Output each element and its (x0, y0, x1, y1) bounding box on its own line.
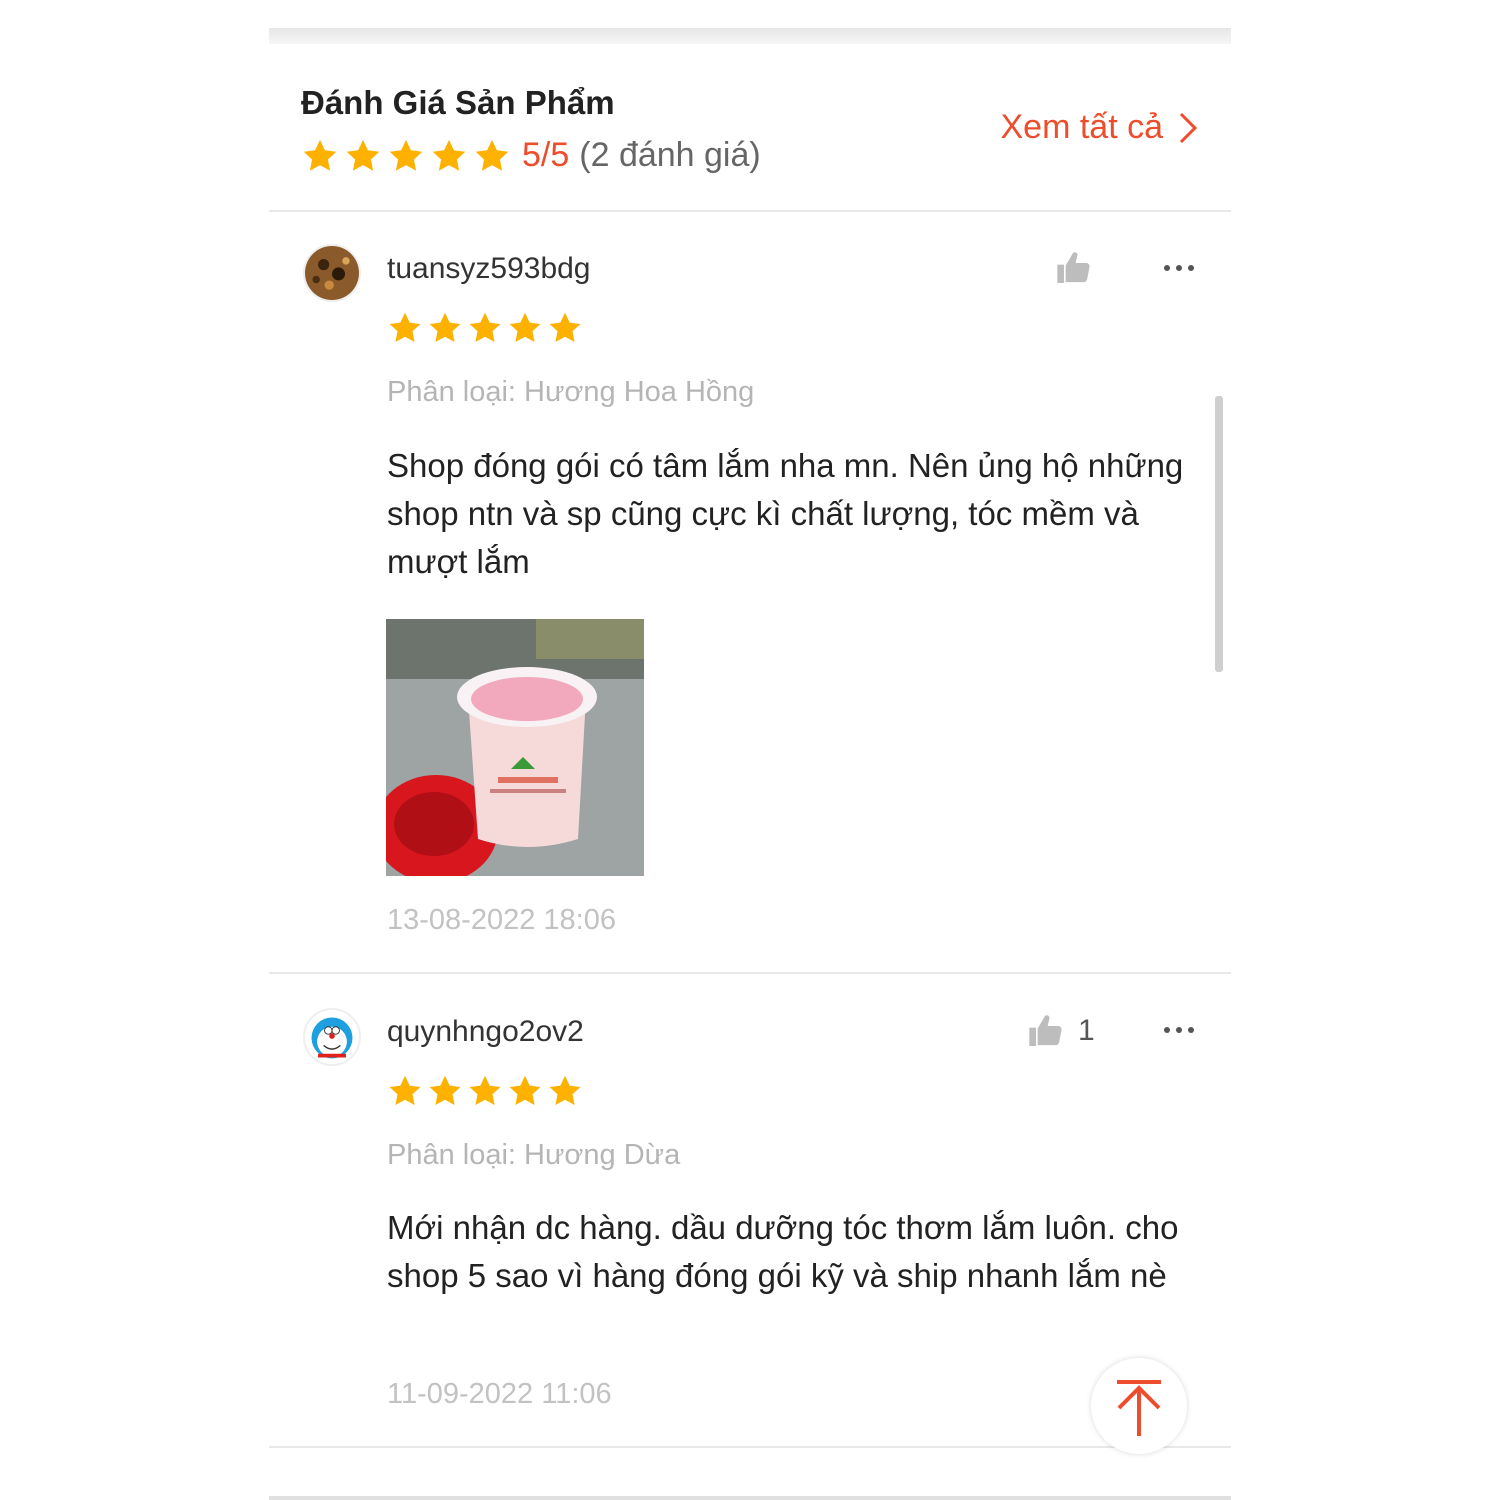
review-variant: Phân loại: Hương Hoa Hồng (387, 376, 755, 408)
review-stars (387, 310, 587, 346)
back-to-top-button[interactable] (1091, 1358, 1187, 1454)
chevron-right-icon (1175, 110, 1201, 146)
scrollbar[interactable] (1215, 396, 1223, 672)
star-icon (387, 310, 423, 346)
arrow-up-icon (1117, 1380, 1161, 1436)
star-icon (507, 310, 543, 346)
more-options-icon[interactable] (1162, 263, 1196, 273)
rating-count: (2 đánh giá) (579, 136, 761, 174)
divider (269, 210, 1231, 212)
rating-summary: 5/5 (2 đánh giá) (301, 136, 761, 175)
star-icon (344, 137, 382, 175)
see-all-link[interactable]: Xem tất cả (1000, 108, 1201, 147)
star-icon (547, 1073, 583, 1109)
review-comment: Mới nhận dc hàng. dầu dưỡng tóc thơm lắm… (387, 1209, 1179, 1294)
star-icon (473, 137, 511, 175)
section-separator (269, 28, 1231, 44)
review-date: 13-08-2022 18:06 (387, 904, 616, 936)
star-icon (430, 137, 468, 175)
user-avatar[interactable] (303, 244, 361, 302)
ratings-title: Đánh Giá Sản Phẩm (301, 84, 615, 121)
user-avatar[interactable] (303, 1008, 361, 1066)
bottom-border (269, 1496, 1231, 1500)
star-icon (467, 1073, 503, 1109)
review-username: tuansyz593bdg (387, 252, 591, 285)
product-ratings-panel: Đánh Giá Sản Phẩm 5/5 (2 đánh giá) Xem t… (269, 28, 1231, 1500)
review-date: 11-09-2022 11:06 (387, 1378, 612, 1410)
star-icon (301, 137, 339, 175)
thumbs-up-icon (1026, 1011, 1066, 1051)
like-button[interactable] (1054, 248, 1094, 288)
star-icon (387, 137, 425, 175)
star-icon (507, 1073, 543, 1109)
star-icon (547, 310, 583, 346)
review-comment: Shop đóng gói có tâm lắm nha mn. Nên ủng… (387, 447, 1184, 580)
more-options-icon[interactable] (1162, 1025, 1196, 1035)
star-icon (427, 1073, 463, 1109)
review-variant: Phân loại: Hương Dừa (387, 1139, 681, 1171)
divider (269, 1446, 1231, 1448)
star-icon (427, 310, 463, 346)
review-stars (387, 1073, 587, 1109)
thumbs-up-icon (1054, 248, 1094, 288)
see-all-label: Xem tất cả (1000, 108, 1163, 146)
star-icon (387, 1073, 423, 1109)
review-photo[interactable] (386, 619, 644, 876)
star-icon (467, 310, 503, 346)
rating-score: 5/5 (522, 136, 570, 174)
like-button[interactable]: 1 (1026, 1011, 1095, 1051)
divider (269, 972, 1231, 974)
like-count: 1 (1078, 1014, 1095, 1047)
review-username: quynhngo2ov2 (387, 1015, 584, 1048)
summary-stars (301, 137, 516, 175)
